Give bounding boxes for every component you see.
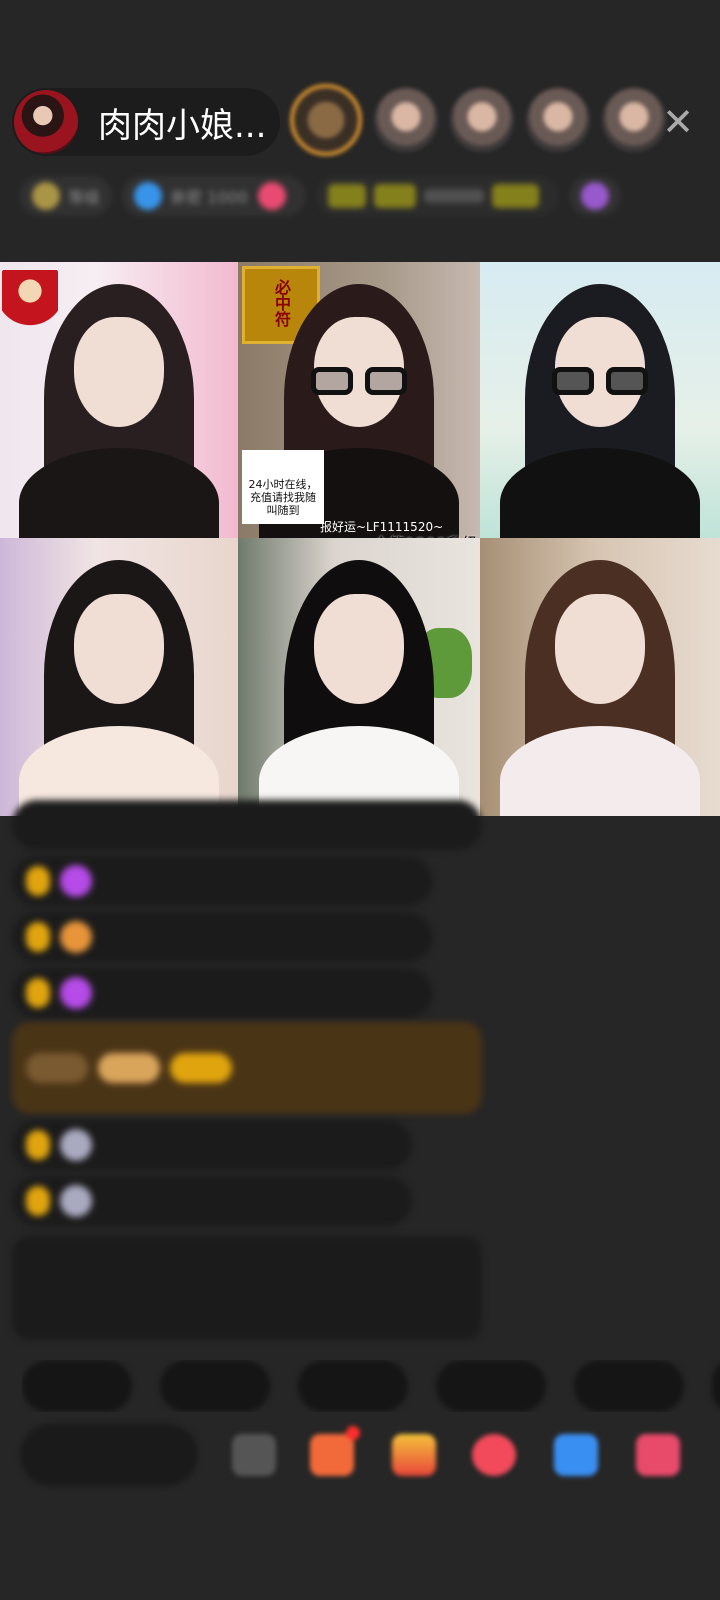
quick-reply-chip[interactable] — [22, 1360, 132, 1412]
diamond-icon — [60, 865, 92, 897]
level-badge — [26, 1053, 88, 1083]
level-badge — [26, 866, 50, 896]
chat-message[interactable] — [12, 968, 432, 1018]
streamer-face — [74, 317, 164, 428]
quick-reply-row[interactable] — [22, 1360, 720, 1412]
chat-message[interactable] — [12, 856, 432, 906]
host-avatar[interactable] — [14, 90, 78, 154]
intimacy-chip[interactable]: 亲密 1000 — [122, 176, 306, 216]
viewer-avatar[interactable] — [450, 88, 514, 152]
bottom-toolbar — [20, 1424, 720, 1486]
fortune-charm-text: 必中符 — [272, 279, 291, 327]
sunglasses — [552, 366, 648, 395]
multi-guest-video-grid: 必中符 24小时在线，充值请找我随叫随到 报好运~LF1111520~ 众筹12… — [0, 262, 720, 816]
level-chip-label: 等级 — [68, 188, 101, 207]
chat-message[interactable] — [12, 800, 482, 850]
gift-box-icon[interactable] — [310, 1426, 360, 1476]
fan-badge — [170, 1053, 232, 1083]
activity-icon — [580, 182, 609, 210]
top-viewer-avatar[interactable] — [290, 84, 362, 156]
level-chip[interactable]: 等级 — [20, 176, 113, 216]
chat-message[interactable] — [12, 1120, 412, 1170]
quick-reply-chip[interactable] — [160, 1360, 270, 1412]
viewer-avatar[interactable] — [526, 88, 590, 152]
streamer-face — [314, 593, 404, 704]
badge-icon — [60, 1129, 92, 1161]
streamer-face — [74, 593, 164, 704]
treasure-icon[interactable] — [392, 1434, 436, 1476]
task-tag — [327, 184, 366, 208]
chat-input[interactable] — [20, 1424, 198, 1486]
chat-message[interactable] — [12, 1176, 412, 1226]
contact-sign-text: 24小时在线，充值请找我随叫随到 — [248, 478, 318, 518]
viewer-avatar[interactable] — [374, 88, 438, 152]
emoji-icon[interactable] — [232, 1434, 276, 1476]
highlight-chat-message[interactable] — [12, 1022, 482, 1114]
heart-icon — [134, 182, 163, 210]
streamer-face — [555, 593, 645, 704]
heart-gift-icon[interactable] — [472, 1434, 516, 1476]
crowdfund-text: 众筹1200升级 — [373, 530, 478, 538]
host-name: 肉肉小娘... — [98, 105, 267, 146]
diamond-icon — [60, 977, 92, 1009]
host-info-pill[interactable]: 肉肉小娘... — [12, 88, 280, 156]
quick-reply-chip[interactable] — [436, 1360, 546, 1412]
badge-icon — [60, 1185, 92, 1217]
video-cell-1[interactable] — [0, 262, 238, 538]
share-icon[interactable] — [554, 1434, 598, 1476]
viewer-avatar[interactable] — [602, 88, 666, 152]
close-icon[interactable]: ✕ — [660, 103, 696, 141]
notification-dot — [346, 1426, 360, 1440]
level-badge — [26, 1186, 50, 1216]
chat-message[interactable] — [12, 912, 432, 962]
system-notice-message — [12, 1236, 482, 1340]
task-tag — [491, 184, 539, 208]
video-cell-5[interactable] — [238, 538, 480, 816]
level-badge — [26, 1130, 50, 1160]
task-tag — [373, 184, 416, 208]
more-icon[interactable] — [636, 1434, 680, 1476]
contact-sign: 24小时在线，充值请找我随叫随到 — [242, 450, 324, 524]
fortune-god-figure — [2, 270, 58, 340]
level-badge — [26, 978, 50, 1008]
room-info-row: 等级 亲密 1000 — [20, 172, 690, 220]
gift-icon — [257, 182, 286, 210]
video-cell-3[interactable] — [480, 262, 720, 538]
medal-icon — [60, 921, 92, 953]
video-cell-2[interactable]: 必中符 24小时在线，充值请找我随叫随到 报好运~LF1111520~ 众筹12… — [238, 262, 480, 538]
level-badge — [26, 922, 50, 952]
quick-reply-chip[interactable] — [574, 1360, 684, 1412]
quick-reply-chip[interactable] — [298, 1360, 408, 1412]
vip-badge — [98, 1053, 160, 1083]
task-chip[interactable] — [315, 176, 559, 216]
level-icon — [32, 182, 60, 210]
glasses — [311, 366, 407, 395]
intimacy-chip-label: 亲密 1000 — [170, 188, 248, 207]
live-room-screen: 肉肉小娘... ✕ 等级 亲密 1000 必中符 24小时在线，充值请找我随叫随… — [0, 0, 720, 1600]
task-chip-label — [423, 189, 484, 203]
video-cell-6[interactable] — [480, 538, 720, 816]
viewer-avatar-list[interactable] — [290, 84, 666, 156]
video-cell-4[interactable] — [0, 538, 238, 816]
activity-chip[interactable] — [568, 176, 621, 216]
quick-reply-chip[interactable] — [712, 1360, 720, 1412]
